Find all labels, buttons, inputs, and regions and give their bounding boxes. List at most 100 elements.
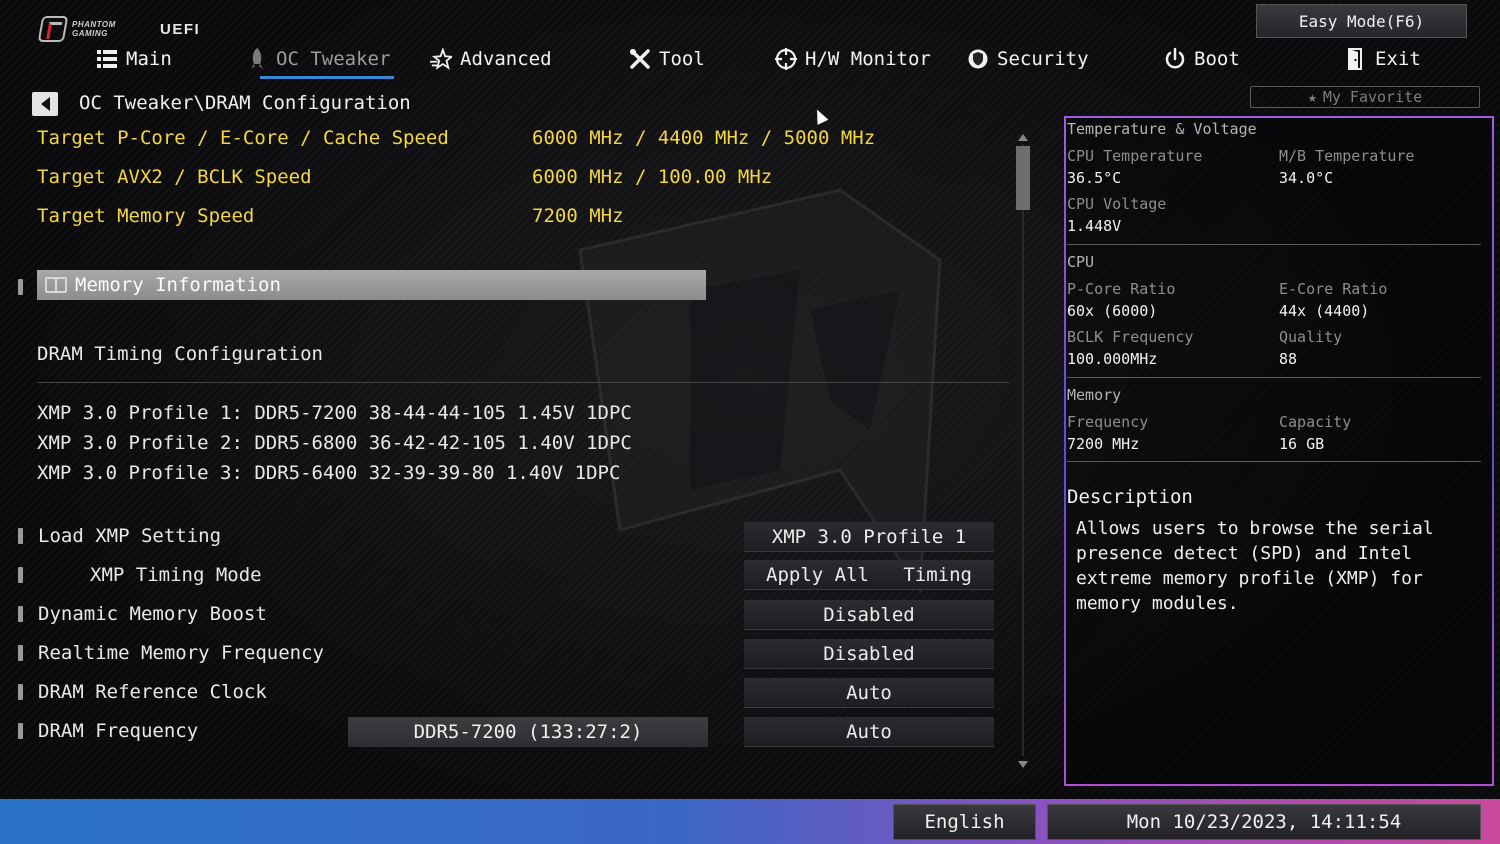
xmp-profile-3-info: XMP 3.0 Profile 3: DDR5-6400 32-39-39-80… xyxy=(37,462,621,484)
divider xyxy=(37,382,1009,383)
tab-advanced[interactable]: Advanced xyxy=(430,44,552,74)
dram-reference-clock-value[interactable]: Auto xyxy=(744,678,994,708)
scroll-track xyxy=(1022,144,1024,756)
tools-icon xyxy=(629,48,651,70)
load-xmp-setting-value[interactable]: XMP 3.0 Profile 1 xyxy=(744,522,994,552)
memory-capacity-value: 16 GB xyxy=(1279,435,1325,453)
star-icon: ★ xyxy=(1307,88,1317,106)
list-icon xyxy=(96,48,118,70)
load-xmp-setting-label[interactable]: Load XMP Setting xyxy=(38,525,221,547)
cpu-temperature-label: CPU Temperature xyxy=(1067,147,1203,165)
xmp-timing-mode-value-left: Apply All xyxy=(766,563,869,586)
memory-information-label: Memory Information xyxy=(75,274,281,296)
target-pcore-ecore-cache-label: Target P-Core / E-Core / Cache Speed xyxy=(37,127,449,149)
memory-frequency-value: 7200 MHz xyxy=(1067,435,1140,453)
memory-information-item[interactable]: Memory Information xyxy=(37,270,706,300)
phantom-gaming-logo-icon xyxy=(37,16,69,42)
tab-exit-label: Exit xyxy=(1375,48,1421,70)
tab-tool[interactable]: Tool xyxy=(629,44,705,74)
tab-security-label: Security xyxy=(997,48,1089,70)
panel-divider xyxy=(1067,244,1481,245)
scroll-thumb[interactable] xyxy=(1016,146,1030,210)
tab-exit[interactable]: Exit xyxy=(1345,44,1421,74)
xmp-profile-2-info: XMP 3.0 Profile 2: DDR5-6800 36-42-42-10… xyxy=(37,432,632,454)
tab-advanced-label: Advanced xyxy=(460,48,552,70)
tab-main-label: Main xyxy=(126,48,172,70)
mb-temperature-label: M/B Temperature xyxy=(1279,147,1415,165)
star-icon xyxy=(430,48,452,70)
pcore-ratio-value: 60x (6000) xyxy=(1067,302,1158,320)
bclk-frequency-value: 100.000MHz xyxy=(1067,350,1158,368)
row-marker xyxy=(18,723,23,739)
row-marker xyxy=(18,567,23,583)
crosshair-icon xyxy=(775,48,797,70)
dynamic-memory-boost-value[interactable]: Disabled xyxy=(744,600,994,630)
easy-mode-button[interactable]: Easy Mode(F6) xyxy=(1256,4,1467,38)
bclk-frequency-label: BCLK Frequency xyxy=(1067,328,1194,346)
memory-frequency-label: Frequency xyxy=(1067,413,1149,431)
row-marker xyxy=(18,279,23,295)
description-text: Allows users to browse the serial presen… xyxy=(1076,518,1434,614)
target-avx2-bclk-value: 6000 MHz / 100.00 MHz xyxy=(532,166,773,188)
my-favorite-label: My Favorite xyxy=(1322,88,1423,106)
dram-frequency-value[interactable]: Auto xyxy=(744,717,994,747)
row-marker xyxy=(18,606,23,622)
datetime-display[interactable]: Mon 10/23/2023, 14:11:54 xyxy=(1047,804,1481,840)
scroll-up-arrow-icon[interactable] xyxy=(1018,134,1028,141)
power-icon xyxy=(1164,48,1186,70)
brand-logo-text: PHANTOM GAMING xyxy=(72,20,116,38)
tab-boot-label: Boot xyxy=(1194,48,1240,70)
xmp-timing-mode-label[interactable]: XMP Timing Mode xyxy=(90,564,262,586)
xmp-timing-mode-value[interactable]: Apply All Timing xyxy=(744,560,994,590)
xmp-profile-1-info: XMP 3.0 Profile 1: DDR5-7200 38-44-44-10… xyxy=(37,402,632,424)
target-memory-speed-value: 7200 MHz xyxy=(532,205,624,227)
pcore-ratio-label: P-Core Ratio xyxy=(1067,280,1176,298)
tab-tool-label: Tool xyxy=(659,48,705,70)
panel-divider xyxy=(1067,461,1481,462)
dynamic-memory-boost-label[interactable]: Dynamic Memory Boost xyxy=(38,603,267,625)
brand-logo: PHANTOM GAMING UEFI xyxy=(37,14,201,44)
quality-value: 88 xyxy=(1279,350,1298,368)
dram-frequency-current: DDR5-7200 (133:27:2) xyxy=(348,717,708,747)
target-memory-speed-label: Target Memory Speed xyxy=(37,205,255,227)
rocket-icon xyxy=(246,48,268,70)
tab-hw-monitor-label: H/W Monitor xyxy=(805,48,931,70)
shield-icon xyxy=(967,48,989,70)
row-marker xyxy=(18,645,23,661)
target-avx2-bclk-label: Target AVX2 / BCLK Speed xyxy=(37,166,312,188)
tab-security[interactable]: Security xyxy=(967,44,1089,74)
cpu-section-header: CPU xyxy=(1067,253,1095,271)
tab-main[interactable]: Main xyxy=(96,44,172,74)
row-marker xyxy=(18,684,23,700)
memory-section-header: Memory xyxy=(1067,386,1122,404)
language-button[interactable]: English xyxy=(893,804,1036,840)
memory-capacity-label: Capacity xyxy=(1279,413,1352,431)
scrollbar[interactable] xyxy=(1015,134,1031,768)
tab-hw-monitor[interactable]: H/W Monitor xyxy=(775,44,931,74)
temperature-voltage-header: Temperature & Voltage xyxy=(1067,120,1257,138)
dram-reference-clock-label[interactable]: DRAM Reference Clock xyxy=(38,681,267,703)
realtime-memory-frequency-label[interactable]: Realtime Memory Frequency xyxy=(38,642,324,664)
cpu-temperature-value: 36.5°C xyxy=(1067,169,1122,187)
door-icon xyxy=(1345,48,1367,70)
cpu-voltage-value: 1.448V xyxy=(1067,217,1122,235)
tab-boot[interactable]: Boot xyxy=(1164,44,1240,74)
cpu-voltage-label: CPU Voltage xyxy=(1067,195,1167,213)
dram-frequency-label[interactable]: DRAM Frequency xyxy=(38,720,198,742)
target-pcore-ecore-cache-value: 6000 MHz / 4400 MHz / 5000 MHz xyxy=(532,127,876,149)
breadcrumb: OC Tweaker\DRAM Configuration xyxy=(79,92,411,114)
tab-oc-tweaker[interactable]: OC Tweaker xyxy=(246,44,395,79)
panel-divider xyxy=(1067,377,1481,378)
mb-temperature-value: 34.0°C xyxy=(1279,169,1334,187)
back-button[interactable] xyxy=(32,92,58,116)
uefi-label: UEFI xyxy=(160,20,201,38)
description-title: Description xyxy=(1067,486,1193,508)
scroll-down-arrow-icon[interactable] xyxy=(1018,761,1028,768)
quality-label: Quality xyxy=(1279,328,1343,346)
ecore-ratio-value: 44x (4400) xyxy=(1279,302,1370,320)
my-favorite-button[interactable]: ★ My Favorite xyxy=(1250,86,1480,108)
realtime-memory-frequency-value[interactable]: Disabled xyxy=(744,639,994,669)
tab-oc-tweaker-label: OC Tweaker xyxy=(276,48,391,70)
dram-timing-configuration-header: DRAM Timing Configuration xyxy=(37,343,323,365)
ecore-ratio-label: E-Core Ratio xyxy=(1279,280,1388,298)
